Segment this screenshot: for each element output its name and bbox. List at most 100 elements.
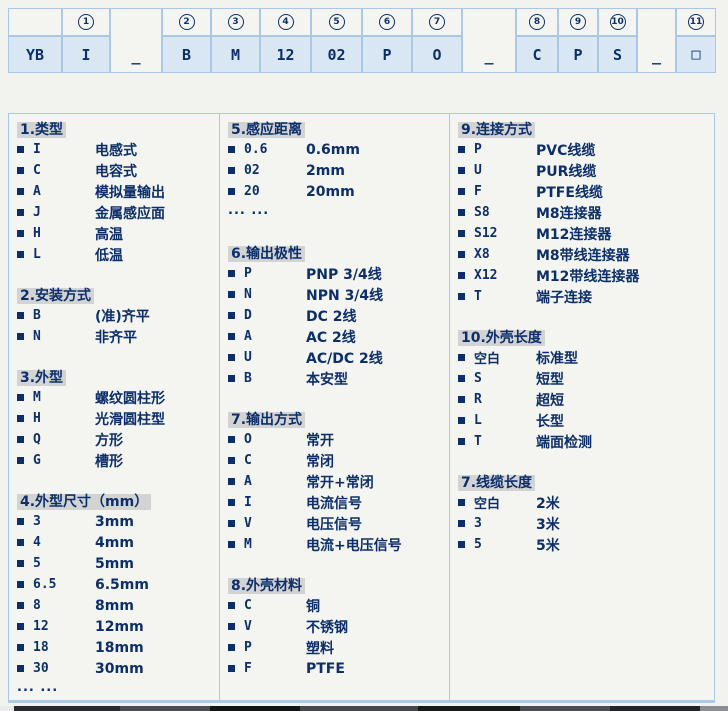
bullet-icon — [17, 312, 24, 319]
section-shape: 3.外型 M螺纹圆柱形 H光滑圆柱型 Q方形 G槽形 — [9, 366, 219, 471]
item-desc: 常闭 — [306, 451, 334, 471]
segment-number: 4 — [261, 9, 310, 37]
cropped-bottom-strip — [0, 706, 728, 711]
item-desc: 电容式 — [95, 161, 137, 181]
item-desc: 塑料 — [306, 638, 334, 658]
item-desc: 6.5mm — [95, 577, 149, 593]
list-item: H高温 — [9, 223, 219, 244]
list-item: G槽形 — [9, 450, 219, 471]
list-item: 55mm — [9, 553, 219, 574]
code-cell-6: 6 P — [362, 8, 412, 73]
item-code: J — [33, 205, 95, 220]
bullet-icon — [458, 293, 465, 300]
bullet-icon — [228, 478, 235, 485]
item-code: C — [244, 598, 306, 613]
item-desc: 8mm — [95, 598, 134, 614]
list-item: 88mm — [9, 595, 219, 616]
item-code: H — [33, 411, 95, 426]
circled-number-icon: 6 — [379, 14, 395, 30]
section-title: 8.外壳材料 — [228, 574, 449, 595]
item-code: X12 — [474, 268, 536, 283]
code-separator-cell: _ — [637, 8, 676, 73]
item-desc: 不锈钢 — [306, 617, 348, 637]
item-code: L — [474, 413, 536, 428]
item-code: I — [244, 495, 306, 510]
list-item: FPTFE — [220, 658, 449, 679]
bullet-icon — [228, 146, 235, 153]
list-item: X12M12带线连接器 — [450, 265, 716, 286]
bullet-icon — [17, 581, 24, 588]
list-item: 3030mm — [9, 658, 219, 679]
bullet-icon — [458, 272, 465, 279]
list-item: T端面检测 — [450, 431, 716, 452]
item-desc: 方形 — [95, 430, 123, 450]
item-desc: 长型 — [536, 411, 564, 431]
section-title: 5.感应距离 — [228, 118, 449, 139]
legend-panel: 1.类型 I电感式 C电容式 A模拟量输出 J金属感应面 H高温 L低温 2.安… — [8, 113, 715, 703]
item-code: M — [244, 537, 306, 552]
bullet-icon — [228, 602, 235, 609]
circled-number-icon: 1 — [78, 14, 94, 30]
segment-value: B — [163, 37, 210, 72]
segment-number — [9, 9, 61, 37]
list-item: DDC 2线 — [220, 305, 449, 326]
list-item: A模拟量输出 — [9, 181, 219, 202]
item-code: V — [244, 516, 306, 531]
list-item: UPUR线缆 — [450, 160, 716, 181]
circled-number-icon: 7 — [429, 14, 445, 30]
section-output-polarity: 6.输出极性 PPNP 3/4线 NNPN 3/4线 DDC 2线 AAC 2线… — [220, 242, 449, 389]
bullet-icon — [17, 560, 24, 567]
bullet-icon — [17, 209, 24, 216]
item-desc: 电压信号 — [306, 514, 362, 534]
circled-number-icon: 9 — [570, 14, 586, 30]
bullet-icon — [458, 541, 465, 548]
item-desc: 30mm — [95, 661, 144, 677]
item-code: B — [33, 308, 95, 323]
bullet-icon — [17, 230, 24, 237]
section-type: 1.类型 I电感式 C电容式 A模拟量输出 J金属感应面 H高温 L低温 — [9, 118, 219, 265]
list-item: J金属感应面 — [9, 202, 219, 223]
list-item: 44mm — [9, 532, 219, 553]
section-title: 7.输出方式 — [228, 408, 449, 429]
bullet-icon — [228, 291, 235, 298]
list-item: 6.56.5mm — [9, 574, 219, 595]
underscore-separator: _ — [111, 9, 161, 72]
item-desc: PUR线缆 — [536, 161, 596, 181]
list-item: S8M8连接器 — [450, 202, 716, 223]
bullet-icon — [458, 146, 465, 153]
circled-number-icon: 3 — [228, 14, 244, 30]
bullet-icon — [17, 188, 24, 195]
code-cell-3: 3 M — [211, 8, 260, 73]
item-desc: M8连接器 — [536, 203, 602, 223]
list-item: 1212mm — [9, 616, 219, 637]
bullet-icon — [228, 167, 235, 174]
list-item: UAC/DC 2线 — [220, 347, 449, 368]
segment-value: 12 — [261, 37, 310, 72]
item-code: G — [33, 453, 95, 468]
segment-number: 9 — [559, 9, 597, 37]
item-code: C — [244, 453, 306, 468]
bullet-icon — [17, 644, 24, 651]
segment-value: YB — [9, 37, 61, 72]
item-desc: 0.6mm — [306, 142, 360, 158]
item-desc: 2mm — [306, 163, 345, 179]
bullet-icon — [228, 312, 235, 319]
bullet-icon — [228, 623, 235, 630]
bullet-icon — [458, 167, 465, 174]
placeholder-box-icon: □ — [677, 37, 715, 72]
bullet-icon — [228, 541, 235, 548]
bullet-icon — [458, 396, 465, 403]
item-desc: M12带线连接器 — [536, 266, 639, 286]
item-desc: 高温 — [95, 224, 123, 244]
item-code: H — [33, 226, 95, 241]
item-code: 12 — [33, 619, 95, 634]
item-desc: 18mm — [95, 640, 144, 656]
item-desc: 螺纹圆柱形 — [95, 388, 165, 408]
list-item: FPTFE线缆 — [450, 181, 716, 202]
item-code: P — [244, 266, 306, 281]
item-code: D — [244, 308, 306, 323]
legend-column-1: 1.类型 I电感式 C电容式 A模拟量输出 J金属感应面 H高温 L低温 2.安… — [9, 114, 219, 700]
segment-value: P — [559, 37, 597, 72]
list-item: 022mm — [220, 160, 449, 181]
list-item: X8M8带线连接器 — [450, 244, 716, 265]
